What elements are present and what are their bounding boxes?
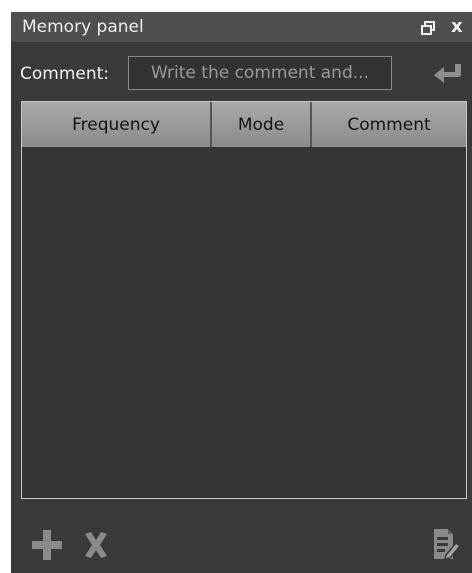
panel-title: Memory panel [22,17,144,37]
close-button[interactable]: x [451,16,469,38]
memory-table: Frequency Mode Comment [21,101,467,499]
plus-icon [32,530,62,560]
titlebar: Memory panel x [11,12,472,42]
table-body[interactable] [22,147,466,498]
enter-comment-button[interactable] [431,61,465,87]
enter-return-icon [434,64,461,83]
table-header: Frequency Mode Comment [22,102,466,147]
restore-window-icon [421,21,435,35]
comment-input[interactable] [128,56,392,90]
edit-button[interactable] [431,525,463,563]
edit-document-icon [434,529,462,560]
add-button[interactable] [30,528,64,562]
column-header-frequency[interactable]: Frequency [22,102,212,147]
delete-button[interactable] [81,528,111,562]
column-header-mode[interactable]: Mode [212,102,312,147]
column-header-comment[interactable]: Comment [312,102,466,147]
memory-panel-window: Memory panel x Comment: Frequency Mode C… [11,12,472,573]
comment-label: Comment: [20,64,110,84]
restore-window-button[interactable] [421,20,435,35]
x-delete-icon [85,532,107,558]
comment-row: Comment: [11,52,472,96]
